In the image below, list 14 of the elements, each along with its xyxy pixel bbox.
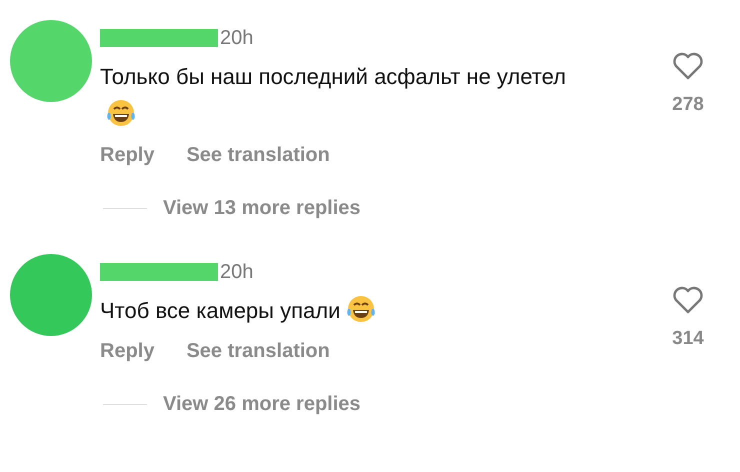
comment-action-link[interactable]: See translation: [186, 144, 330, 167]
comment-action-link[interactable]: See translation: [186, 340, 330, 363]
comment-action-link[interactable]: Reply: [100, 144, 154, 167]
view-replies-link[interactable]: View 13 more replies: [163, 197, 361, 220]
heart-icon[interactable]: [672, 52, 704, 80]
comment-action-link[interactable]: Reply: [100, 340, 154, 363]
comment-text: Только бы наш последний асфальт не улетел: [100, 64, 566, 89]
like-count: 314: [672, 328, 704, 350]
heart-icon[interactable]: [672, 286, 704, 314]
comment-text: Чтоб все камеры упали: [100, 298, 340, 323]
comment-time: 20h: [219, 26, 254, 50]
like-count: 278: [672, 94, 704, 116]
comment-time: 20h: [219, 260, 254, 284]
view-replies-link[interactable]: View 26 more replies: [163, 393, 361, 416]
